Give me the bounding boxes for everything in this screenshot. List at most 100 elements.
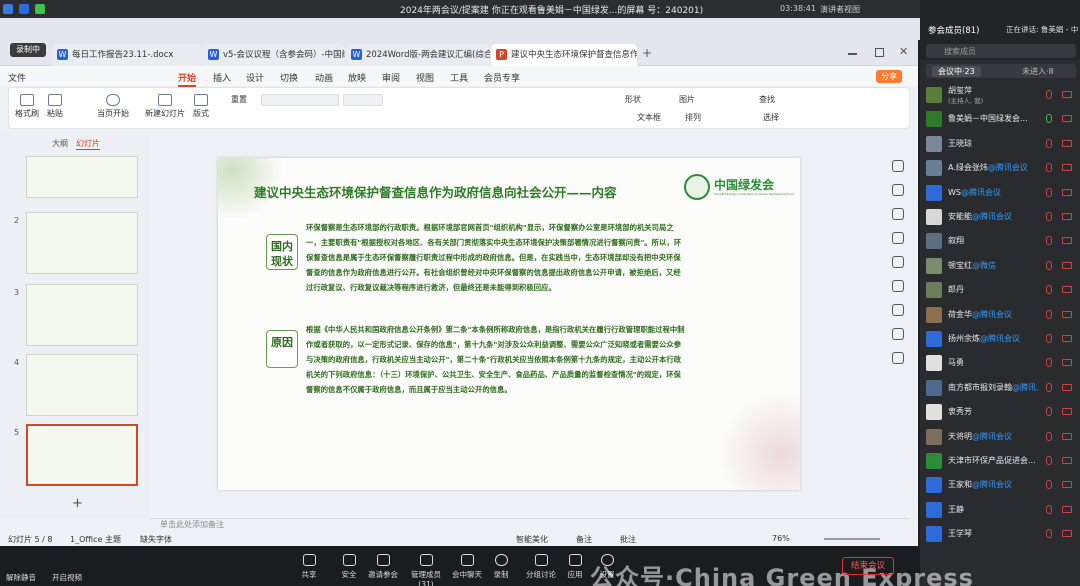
apps-button[interactable]: 应用 bbox=[560, 554, 590, 580]
camera-off-icon[interactable] bbox=[1062, 188, 1072, 196]
camera-off-icon[interactable] bbox=[1062, 359, 1072, 367]
mic-muted-icon[interactable] bbox=[1046, 187, 1052, 197]
tool-icon[interactable] bbox=[892, 328, 904, 340]
participant-row[interactable]: 鲁美娟－中国绿发会... bbox=[920, 108, 1080, 130]
breakout-button[interactable]: 分组讨论 bbox=[526, 554, 556, 580]
mic-muted-icon[interactable] bbox=[1046, 236, 1052, 246]
menu-animation[interactable]: 动画 bbox=[315, 71, 333, 84]
camera-off-icon[interactable] bbox=[1062, 310, 1072, 318]
tab-in-meeting[interactable]: 会议中·23 bbox=[932, 66, 981, 77]
mic-muted-icon[interactable] bbox=[1046, 114, 1052, 124]
paste-button[interactable]: 粘贴 bbox=[47, 94, 63, 119]
member-search-input[interactable]: 搜索成员 bbox=[926, 44, 1076, 58]
camera-off-icon[interactable] bbox=[1062, 505, 1072, 513]
zoom-slider[interactable] bbox=[824, 538, 880, 540]
participant-row[interactable]: 马勇 bbox=[920, 352, 1080, 374]
camera-off-icon[interactable] bbox=[1062, 383, 1072, 391]
participant-row[interactable]: A.绿会张炜@腾讯会议 bbox=[920, 157, 1080, 179]
camera-off-icon[interactable] bbox=[1062, 481, 1072, 489]
manage-members-button[interactable]: 管理成员(31) bbox=[406, 554, 446, 586]
mic-muted-icon[interactable] bbox=[1046, 431, 1052, 441]
security-button[interactable]: 安全 bbox=[334, 554, 364, 580]
tool-icon[interactable] bbox=[892, 232, 904, 244]
minimize-icon[interactable] bbox=[848, 53, 857, 55]
menu-transition[interactable]: 切换 bbox=[280, 71, 298, 84]
participant-row[interactable]: 荷金华@腾讯会议 bbox=[920, 304, 1080, 326]
mic-muted-icon[interactable] bbox=[1046, 358, 1052, 368]
comments-button[interactable]: 批注 bbox=[620, 534, 636, 545]
camera-off-icon[interactable] bbox=[1062, 432, 1072, 440]
tool-icon[interactable] bbox=[892, 256, 904, 268]
slide-canvas[interactable]: 建议中央生态环境保护督查信息作为政府信息向社会公开——内容 中国绿发会 Chin… bbox=[218, 158, 800, 490]
arrange-button[interactable]: 排列 bbox=[685, 112, 701, 123]
record-button[interactable]: 录制 bbox=[486, 554, 516, 580]
doc-tab[interactable]: W2024Word版-两会建议汇编(综合版) bbox=[346, 44, 490, 66]
notes-button[interactable]: 备注 bbox=[576, 534, 592, 545]
new-tab-button[interactable]: + bbox=[642, 46, 652, 60]
mic-muted-icon[interactable] bbox=[1046, 285, 1052, 295]
menu-file[interactable]: 文件 bbox=[8, 71, 26, 84]
missing-font[interactable]: 缺失字体 bbox=[140, 534, 172, 545]
play-from-current-button[interactable]: 当页开始 bbox=[97, 94, 129, 119]
participant-row[interactable]: 衷秀芳 bbox=[920, 401, 1080, 423]
participant-row[interactable]: 安能能@腾讯会议 bbox=[920, 206, 1080, 228]
participant-row[interactable]: 天将明@腾讯会议 bbox=[920, 426, 1080, 448]
end-meeting-button[interactable]: 结束会议 bbox=[842, 557, 894, 575]
find-button[interactable]: 查找 bbox=[759, 94, 775, 105]
participant-row[interactable]: 天津市环保产品促进会... bbox=[920, 450, 1080, 472]
camera-off-icon[interactable] bbox=[1062, 237, 1072, 245]
font-select[interactable] bbox=[261, 94, 339, 106]
participant-row[interactable]: 南方都市报刘录翰@腾讯... bbox=[920, 377, 1080, 399]
tab-not-joined[interactable]: 未进入·8 bbox=[1022, 66, 1054, 77]
picture-button[interactable]: 图片 bbox=[679, 94, 695, 105]
mic-muted-icon[interactable] bbox=[1046, 334, 1052, 343]
tool-icon[interactable] bbox=[892, 160, 904, 172]
camera-off-icon[interactable] bbox=[1062, 530, 1072, 538]
menu-tools[interactable]: 工具 bbox=[450, 71, 468, 84]
mic-muted-icon[interactable] bbox=[1046, 456, 1052, 465]
tool-icon[interactable] bbox=[892, 352, 904, 364]
slide-thumb-2[interactable] bbox=[26, 212, 138, 274]
reset-button[interactable]: 重置 bbox=[231, 94, 247, 105]
mic-muted-icon[interactable] bbox=[1046, 138, 1052, 148]
view-switch[interactable]: 演讲者视图 bbox=[820, 4, 860, 15]
maximize-icon[interactable] bbox=[875, 48, 884, 57]
tool-icon[interactable] bbox=[892, 208, 904, 220]
share-button[interactable]: 分享 bbox=[876, 70, 902, 83]
camera-off-icon[interactable] bbox=[1062, 335, 1072, 342]
slide-thumb-5[interactable] bbox=[26, 424, 138, 486]
participant-row[interactable]: 王静 bbox=[920, 499, 1080, 521]
camera-off-icon[interactable] bbox=[1062, 457, 1072, 464]
mic-muted-icon[interactable] bbox=[1046, 309, 1052, 319]
menu-insert[interactable]: 插入 bbox=[213, 71, 231, 84]
doc-tab[interactable]: W 每日工作报告23.11-.docx bbox=[52, 44, 202, 66]
slide-thumb-3[interactable] bbox=[26, 284, 138, 346]
participant-row[interactable]: 扬州余炼@腾讯会议 bbox=[920, 328, 1080, 350]
share-screen-button[interactable]: 共享 bbox=[294, 554, 324, 580]
mic-muted-icon[interactable] bbox=[1046, 529, 1052, 539]
participant-row[interactable]: 王晓琼 bbox=[920, 133, 1080, 155]
camera-off-icon[interactable] bbox=[1062, 261, 1072, 269]
camera-off-icon[interactable] bbox=[1062, 408, 1072, 416]
outline-tab[interactable]: 大纲 bbox=[52, 138, 68, 149]
camera-off-icon[interactable] bbox=[1062, 91, 1072, 98]
mic-muted-icon[interactable] bbox=[1046, 163, 1052, 173]
layout-button[interactable]: 版式 bbox=[193, 94, 209, 119]
slide-thumb-4[interactable] bbox=[26, 354, 138, 416]
mic-muted-icon[interactable] bbox=[1046, 480, 1052, 490]
size-select[interactable] bbox=[343, 94, 383, 106]
notes-area[interactable]: 单击此处添加备注 bbox=[150, 518, 910, 532]
mic-muted-icon[interactable] bbox=[1046, 382, 1052, 392]
doc-tab[interactable]: Wv5-会议议程（含参会码）-中国绿发 bbox=[203, 44, 345, 66]
participant-row[interactable]: 郎丹 bbox=[920, 279, 1080, 301]
invite-button[interactable]: 邀请参会 bbox=[368, 554, 398, 580]
close-icon[interactable]: ✕ bbox=[899, 45, 908, 58]
menu-home[interactable]: 开始 bbox=[178, 71, 197, 87]
menu-view[interactable]: 视图 bbox=[416, 71, 434, 84]
menu-design[interactable]: 设计 bbox=[246, 71, 264, 84]
new-slide-button[interactable]: 新建幻灯片 bbox=[145, 94, 185, 119]
chat-button[interactable]: 会中聊天 bbox=[452, 554, 482, 580]
zoom-level[interactable]: 76% bbox=[772, 534, 790, 543]
participant-row[interactable]: 叙翔 bbox=[920, 230, 1080, 252]
menu-vip[interactable]: 会员专享 bbox=[484, 71, 520, 84]
